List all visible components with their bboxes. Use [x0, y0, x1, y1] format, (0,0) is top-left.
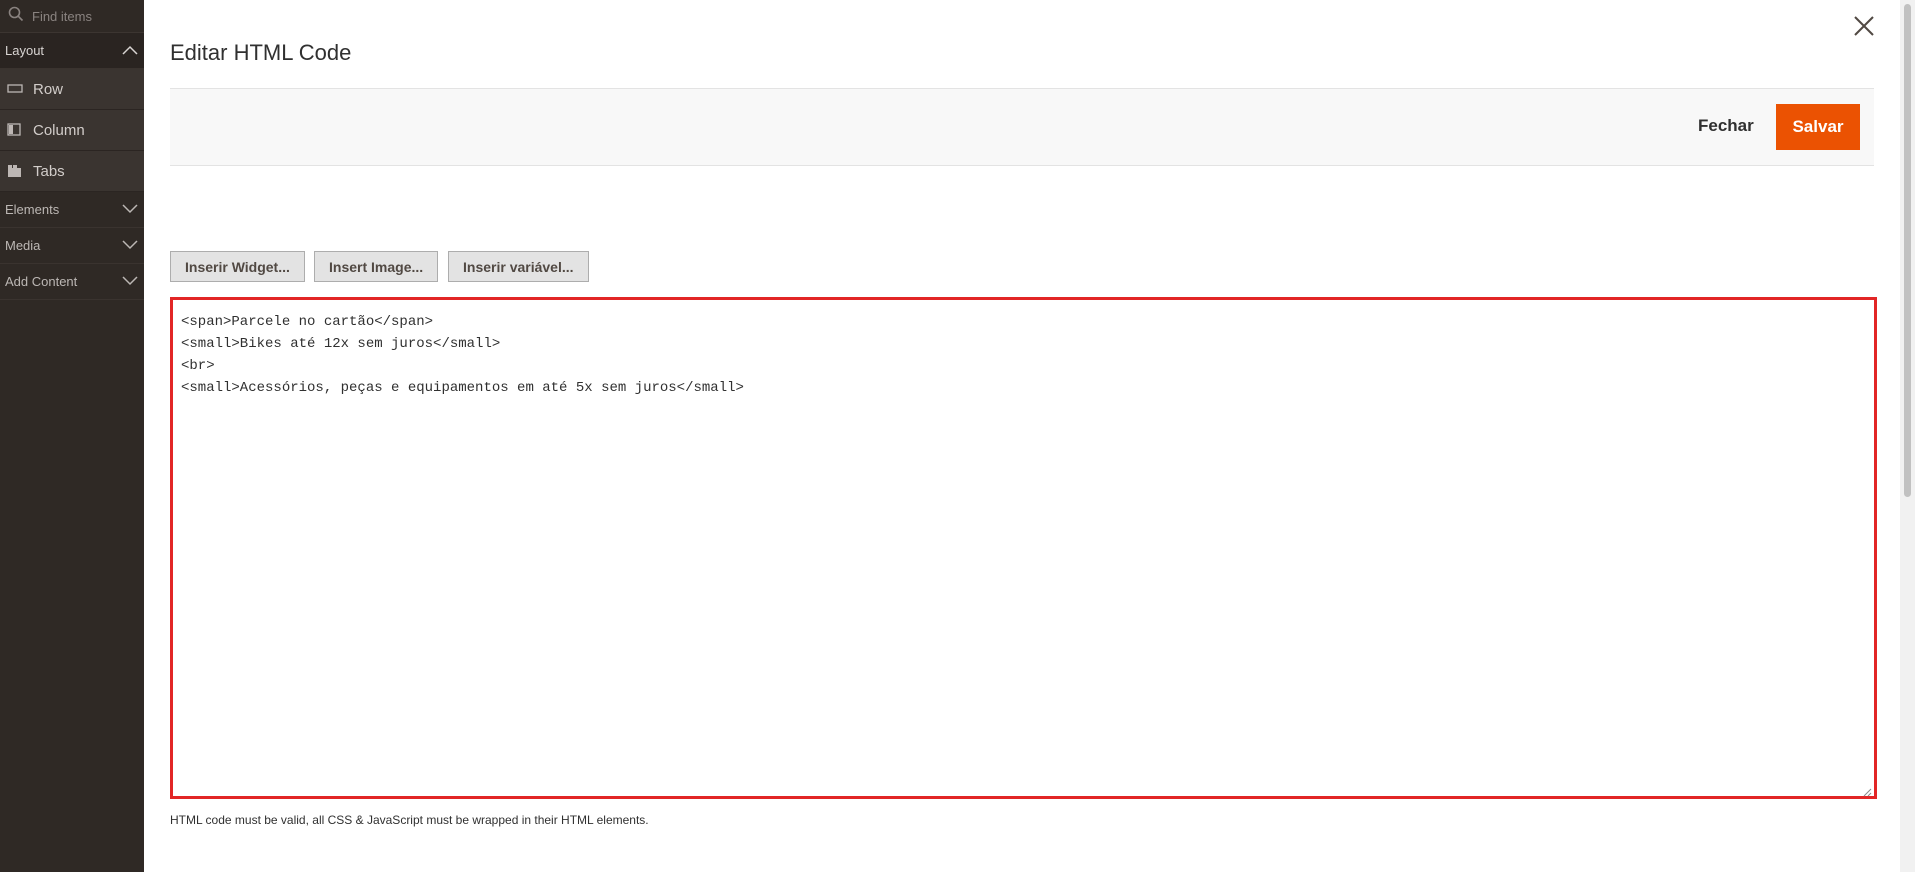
group-media[interactable]: Media: [0, 228, 144, 264]
row-icon: [7, 82, 23, 96]
group-layout-label: Layout: [5, 43, 45, 58]
save-button[interactable]: Salvar: [1776, 104, 1860, 150]
group-media-label: Media: [5, 238, 41, 253]
sidebar-item-column[interactable]: Column: [0, 110, 144, 151]
scrollbar-thumb[interactable]: [1904, 4, 1911, 497]
sidebar-item-label: Column: [33, 121, 85, 139]
chevron-down-icon: [122, 202, 138, 217]
group-elements-label: Elements: [5, 202, 60, 217]
sidebar-item-tabs[interactable]: Tabs: [0, 151, 144, 192]
editor-help-note: HTML code must be valid, all CSS & JavaS…: [170, 813, 649, 827]
group-elements[interactable]: Elements: [0, 192, 144, 228]
close-icon[interactable]: [1852, 14, 1876, 38]
group-add-content[interactable]: Add Content: [0, 264, 144, 300]
insert-image-button[interactable]: Insert Image...: [314, 251, 439, 282]
sidebar-panel: Layout Row Column Tabs Elements Media: [0, 0, 144, 872]
resize-handle-icon[interactable]: [1862, 784, 1872, 797]
column-icon: [7, 123, 23, 137]
chevron-down-icon: [122, 274, 138, 289]
tabs-icon: [7, 164, 23, 178]
close-button[interactable]: Fechar: [1680, 103, 1772, 149]
search-bar: [0, 0, 144, 33]
group-add-content-label: Add Content: [5, 274, 78, 289]
chevron-up-icon: [122, 43, 138, 58]
insert-widget-button[interactable]: Inserir Widget...: [170, 251, 305, 282]
page-scrollbar[interactable]: [1900, 0, 1915, 872]
sidebar-item-row[interactable]: Row: [0, 69, 144, 110]
insert-variable-button[interactable]: Inserir variável...: [448, 251, 589, 282]
search-input[interactable]: [32, 8, 142, 24]
sidebar-item-label: Row: [33, 80, 64, 98]
html-code-editor: <span>Parcele no cartão</span> <small>Bi…: [170, 297, 1877, 799]
group-layout[interactable]: Layout: [0, 33, 144, 69]
modal-title: Editar HTML Code: [170, 40, 352, 65]
search-icon: [8, 6, 24, 27]
page-actions-bar: [170, 88, 1874, 166]
html-code-textarea[interactable]: <span>Parcele no cartão</span> <small>Bi…: [173, 300, 1874, 796]
sidebar-item-label: Tabs: [33, 162, 65, 180]
chevron-down-icon: [122, 238, 138, 253]
